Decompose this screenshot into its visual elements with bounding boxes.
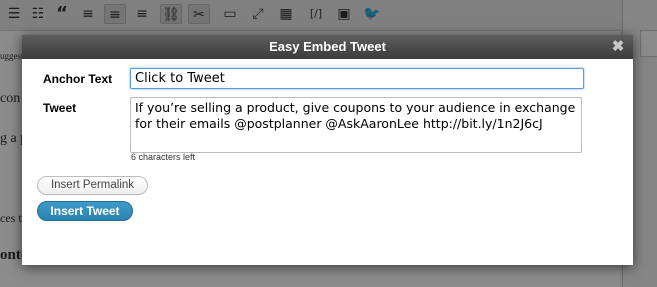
tweet-textarea[interactable]: If you’re selling a product, give coupon…: [130, 97, 582, 153]
tweet-label: Tweet: [43, 101, 77, 115]
easy-embed-tweet-dialog: Easy Embed Tweet ✖ Anchor Text Tweet If …: [22, 35, 633, 265]
anchor-text-input[interactable]: [130, 68, 584, 89]
characters-left-counter: 6 characters left: [131, 152, 196, 162]
anchor-text-label: Anchor Text: [43, 72, 113, 86]
insert-tweet-button[interactable]: Insert Tweet: [37, 201, 133, 221]
close-icon[interactable]: ✖: [611, 39, 625, 55]
dialog-title: Easy Embed Tweet: [22, 35, 633, 59]
insert-permalink-button[interactable]: Insert Permalink: [37, 176, 148, 195]
